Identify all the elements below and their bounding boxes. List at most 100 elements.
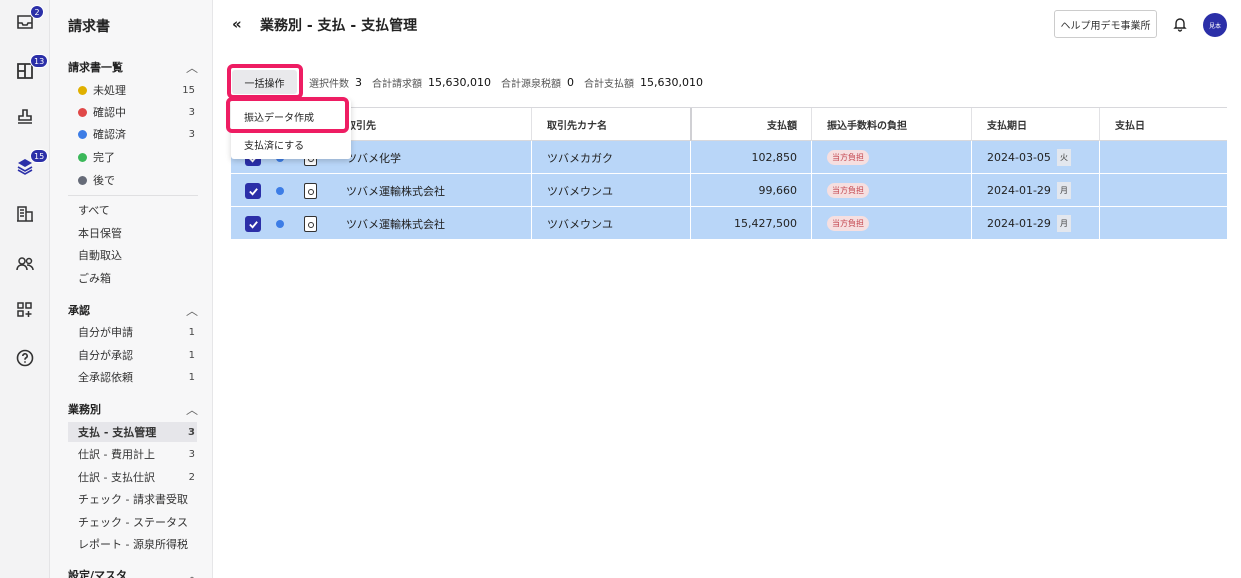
sidebar-item-label: 支払 - 支払管理	[78, 426, 157, 439]
vendor-cell: ツバメ運輸株式会社	[346, 184, 445, 198]
chevron-up-icon: ︿	[185, 304, 198, 318]
stat-value: 15,630,010	[639, 76, 703, 89]
sidebar-item-business[interactable]: レポート - 源泉所得税	[68, 534, 197, 554]
row-checkbox[interactable]	[245, 216, 261, 232]
help-demo-button[interactable]: ヘルプ用デモ事業所	[1054, 10, 1157, 38]
column-header[interactable]: 振込手数料の負担	[811, 108, 971, 141]
column-header[interactable]: 取引先カナ名	[531, 108, 690, 141]
users-icon	[16, 257, 34, 271]
status-dot	[78, 152, 87, 162]
rail-item-inbox[interactable]: 2	[0, 2, 50, 42]
due-cell: 2024-01-29 月	[971, 207, 1099, 240]
sidebar-item-approval[interactable]: 自分が承認 1	[68, 345, 197, 365]
column-header[interactable]: 支払日	[1099, 108, 1227, 141]
section-label: 請求書一覧	[68, 61, 123, 74]
rail-item-stamp[interactable]	[0, 97, 50, 137]
sidebar-item-label: 確認済	[93, 128, 126, 141]
document-icon[interactable]	[304, 183, 317, 199]
sidebar-item-business[interactable]: チェック - ステータス	[68, 512, 197, 532]
chevron-up-icon: ︿	[185, 403, 198, 417]
icon-rail: 2 13 15	[0, 0, 50, 578]
rail-item-help[interactable]	[0, 338, 50, 378]
sidebar-item-filter[interactable]: 本日保管	[68, 223, 197, 243]
table-row[interactable]: ツバメ運輸株式会社 ツバメウンユ 99,660 当方負担 2024-01-29 月	[231, 174, 1227, 207]
sidebar-item-business[interactable]: 仕訳 - 支払仕訳 2	[68, 467, 197, 487]
sidebar-item-filter[interactable]: ごみ箱	[68, 268, 197, 288]
table-header: 取引先 取引先カナ名 支払額 振込手数料の負担 支払期日 支払日	[231, 107, 1227, 141]
fee-badge: 当方負担	[827, 183, 869, 198]
sidebar-item-count: 3	[188, 128, 195, 140]
rail-item-users[interactable]	[0, 244, 50, 284]
fee-cell: 当方負担	[811, 207, 971, 240]
sidebar-item-label: 仕訳 - 費用計上	[78, 448, 155, 461]
sidebar-section-settings[interactable]: 設定/マスタ ︿	[68, 567, 198, 578]
status-dot	[78, 107, 87, 117]
status-dot	[276, 220, 284, 228]
avatar[interactable]: 見本	[1203, 13, 1227, 37]
sidebar-item-filter[interactable]: すべて	[68, 200, 197, 220]
sidebar-title: 請求書	[68, 19, 110, 35]
status-dot	[78, 129, 87, 139]
bell-icon[interactable]	[1172, 16, 1188, 32]
due-date: 2024-03-05	[987, 151, 1051, 164]
stat-value: 3	[355, 76, 362, 89]
due-cell: 2024-03-05 火	[971, 141, 1099, 174]
page-title: 業務別 - 支払 - 支払管理	[260, 18, 418, 34]
due-date: 2024-01-29	[987, 184, 1051, 197]
sidebar-section-invoice-list[interactable]: 請求書一覧 ︿	[68, 59, 198, 76]
weekday-badge: 火	[1056, 149, 1071, 166]
sidebar-item-business[interactable]: チェック - 請求書受取	[68, 489, 197, 509]
sidebar-section-approval[interactable]: 承認 ︿	[68, 302, 198, 319]
chevron-up-icon: ︿	[185, 61, 198, 75]
sidebar-item-label: 自動取込	[78, 249, 122, 262]
row-checkbox[interactable]	[245, 183, 261, 199]
stat-label: 選択件数	[309, 79, 349, 90]
column-header[interactable]: 支払額	[690, 108, 811, 141]
menu-item-mark-paid[interactable]: 支払済にする	[231, 131, 351, 157]
stat-label: 合計源泉税額	[500, 79, 561, 90]
sidebar-item-business[interactable]: 仕訳 - 費用計上 3	[68, 444, 197, 464]
divider	[68, 195, 198, 196]
column-header[interactable]: 取引先	[331, 108, 531, 141]
fee-cell: 当方負担	[811, 174, 971, 207]
chevron-up-icon: ︿	[185, 569, 198, 578]
sidebar-item-business[interactable]: 支払 - 支払管理 3	[68, 422, 197, 442]
section-label: 承認	[68, 304, 90, 317]
sidebar-item-label: 自分が承認	[78, 349, 133, 362]
sidebar-item-status[interactable]: 確認済 3	[68, 124, 197, 144]
sidebar-item-status[interactable]: 未処理 15	[68, 80, 197, 100]
due-date: 2024-01-29	[987, 217, 1051, 230]
sidebar-item-status[interactable]: 確認中 3	[68, 102, 197, 122]
sidebar-item-count: 15	[182, 84, 195, 96]
status-dot	[78, 175, 87, 185]
sidebar-item-filter[interactable]: 自動取込	[68, 245, 197, 265]
document-icon[interactable]	[304, 216, 317, 232]
sidebar-item-label: 本日保管	[78, 227, 122, 240]
table-row[interactable]: ツバメ化学 ツバメカガク 102,850 当方負担 2024-03-05 火	[231, 141, 1227, 174]
collapse-back-icon[interactable]: «	[232, 15, 242, 33]
table-row[interactable]: ツバメ運輸株式会社 ツバメウンユ 15,427,500 当方負担 2024-01…	[231, 207, 1227, 240]
sidebar-item-approval[interactable]: 全承認依頼 1	[68, 367, 197, 387]
kana-cell: ツバメウンユ	[531, 174, 690, 207]
rail-item-apps[interactable]	[0, 290, 50, 330]
sidebar-item-status[interactable]: 後で	[68, 170, 197, 190]
sidebar-item-approval[interactable]: 自分が申請 1	[68, 322, 197, 342]
highlight-frame	[227, 64, 303, 99]
rail-badge: 15	[30, 149, 49, 163]
sidebar-item-label: 仕訳 - 支払仕訳	[78, 471, 155, 484]
section-label: 設定/マスタ	[68, 569, 128, 578]
sidebar-item-status[interactable]: 完了	[68, 147, 197, 167]
rail-item-building[interactable]	[0, 194, 50, 234]
rail-item-layers[interactable]: 15	[0, 146, 50, 186]
rail-badge: 2	[30, 5, 44, 19]
kana-cell: ツバメカガク	[531, 141, 690, 174]
rail-item-layout[interactable]: 13	[0, 51, 50, 91]
sidebar-item-label: すべて	[78, 204, 110, 217]
apps-add-icon	[17, 302, 32, 317]
column-header[interactable]: 支払期日	[971, 108, 1099, 141]
sidebar-section-business[interactable]: 業務別 ︿	[68, 401, 198, 418]
sidebar-item-count: 2	[188, 471, 195, 483]
vendor-cell: ツバメ運輸株式会社	[346, 217, 445, 231]
vendor-cell: ツバメ化学	[346, 151, 401, 165]
status-dot	[276, 187, 284, 195]
